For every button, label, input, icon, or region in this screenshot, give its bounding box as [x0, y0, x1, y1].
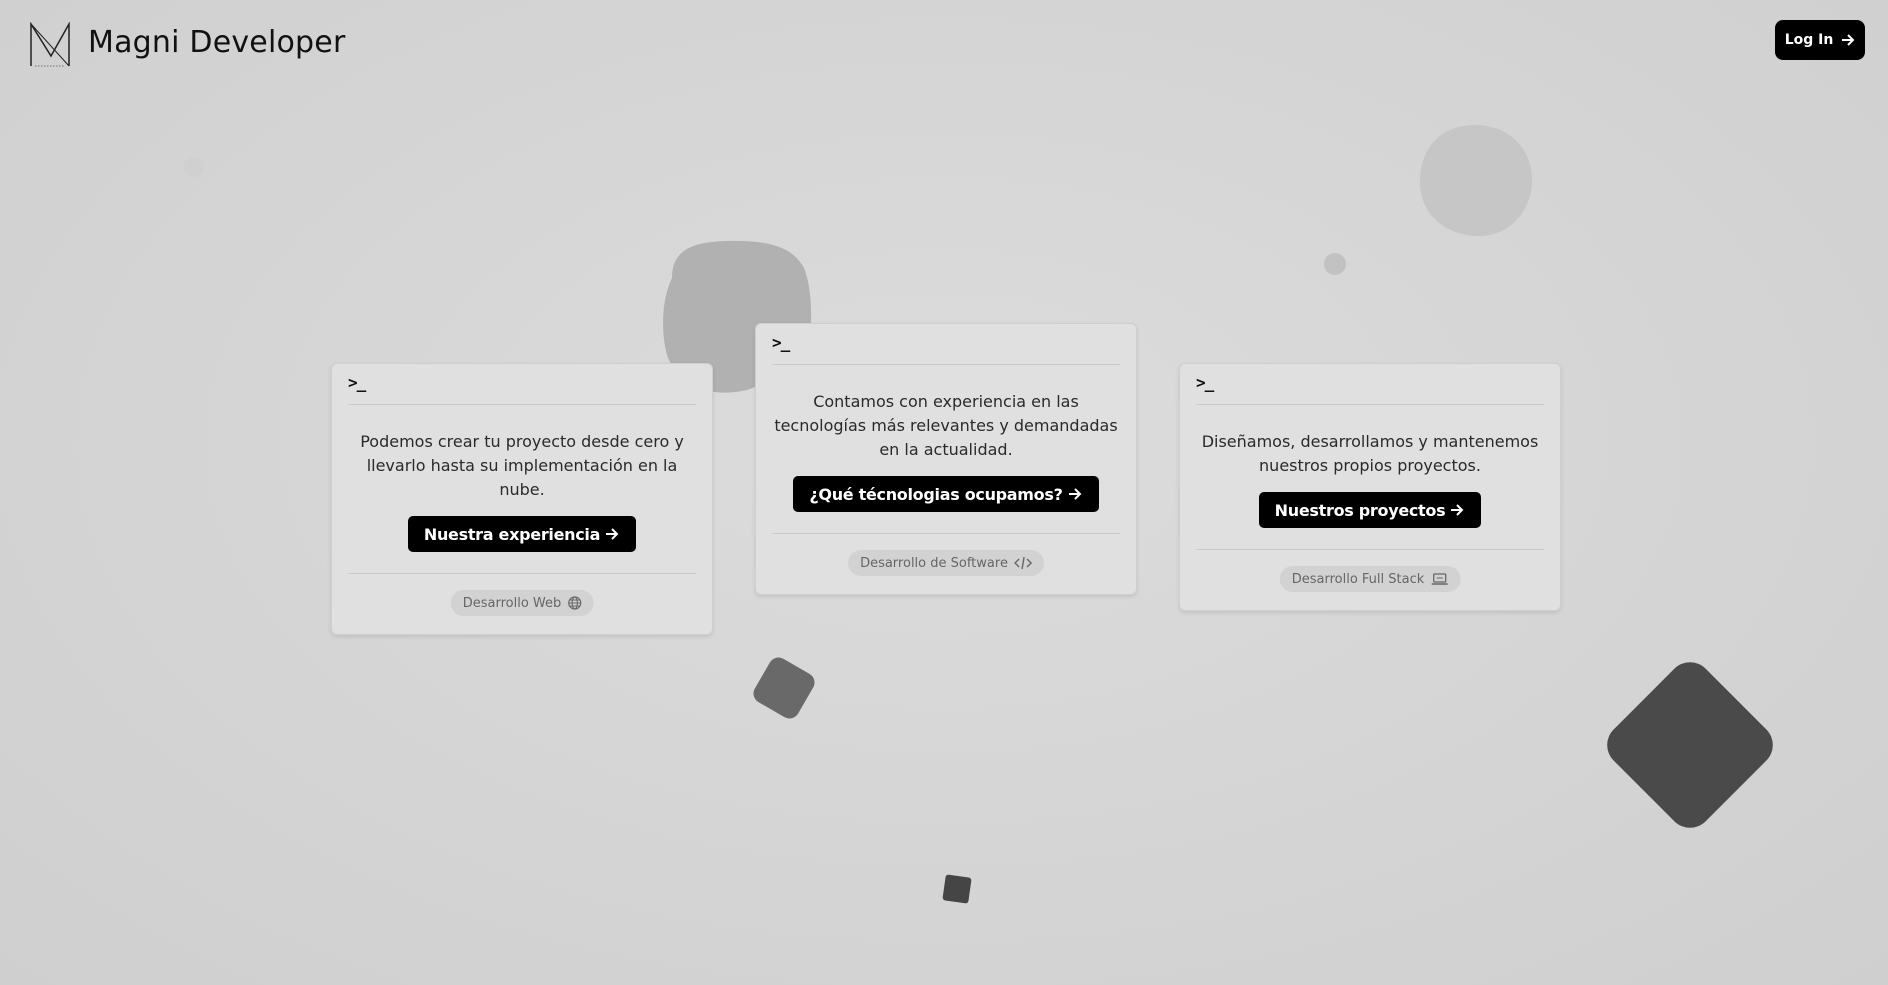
login-label: Log In — [1784, 32, 1834, 48]
tag-badge: Desarrollo de Software — [848, 550, 1044, 576]
experience-button[interactable]: Nuestra experiencia — [407, 516, 637, 552]
technologies-button[interactable]: ¿Qué técnologias ocupamos? — [793, 476, 1099, 512]
tag-label: Desarrollo Full Stack — [1291, 571, 1425, 587]
terminal-icon: >_ — [1196, 373, 1214, 392]
tag-label: Desarrollo de Software — [860, 555, 1008, 571]
card-header: >_ — [772, 324, 1120, 365]
bg-diamond-medium — [753, 657, 815, 719]
terminal-icon: >_ — [772, 333, 790, 352]
card-footer: Desarrollo de Software — [772, 533, 1120, 594]
arrow-right-icon — [1451, 504, 1464, 516]
bg-dot-small — [1324, 253, 1346, 275]
bg-blob-light — [1419, 125, 1533, 237]
top-header: Magni Developer Log In — [0, 0, 1888, 90]
globe-icon — [567, 596, 581, 610]
tag-label: Desarrollo Web — [462, 595, 562, 611]
magni-logo — [30, 22, 70, 67]
card-description: Diseñamos, desarrollamos y mantenemos nu… — [1201, 432, 1539, 475]
arrow-right-icon — [606, 528, 619, 540]
card-footer: Desarrollo Full Stack — [1196, 549, 1544, 610]
button-label: ¿Qué técnologias ocupamos? — [809, 484, 1063, 504]
card-web: >_ Podemos crear tu proyecto desde cero … — [331, 363, 713, 635]
login-button[interactable]: Log In — [1775, 20, 1865, 60]
card-header: >_ — [1196, 364, 1544, 405]
arrow-right-icon — [1068, 488, 1081, 500]
tag-badge: Desarrollo Web — [450, 590, 594, 616]
arrow-right-icon — [1842, 34, 1855, 46]
card-footer: Desarrollo Web — [348, 573, 696, 634]
bg-square-small — [942, 874, 972, 904]
button-label: Nuestra experiencia — [423, 524, 601, 544]
bg-diamond-large — [1607, 662, 1773, 828]
button-label: Nuestros proyectos — [1274, 500, 1446, 520]
code-icon — [1013, 556, 1032, 570]
tag-badge: Desarrollo Full Stack — [1279, 566, 1461, 592]
laptop-icon — [1431, 573, 1448, 585]
card-description: Contamos con experiencia en las tecnolog… — [774, 392, 1118, 459]
card-fullstack: >_ Diseñamos, desarrollamos y mantenemos… — [1179, 363, 1561, 611]
card-software: >_ Contamos con experiencia en las tecno… — [755, 323, 1137, 595]
terminal-icon: >_ — [348, 373, 366, 392]
card-header: >_ — [348, 364, 696, 405]
projects-button[interactable]: Nuestros proyectos — [1258, 492, 1482, 528]
brand-name: Magni Developer — [88, 25, 346, 60]
card-description: Podemos crear tu proyecto desde cero y l… — [360, 432, 684, 499]
bg-dot-faint — [184, 157, 204, 177]
